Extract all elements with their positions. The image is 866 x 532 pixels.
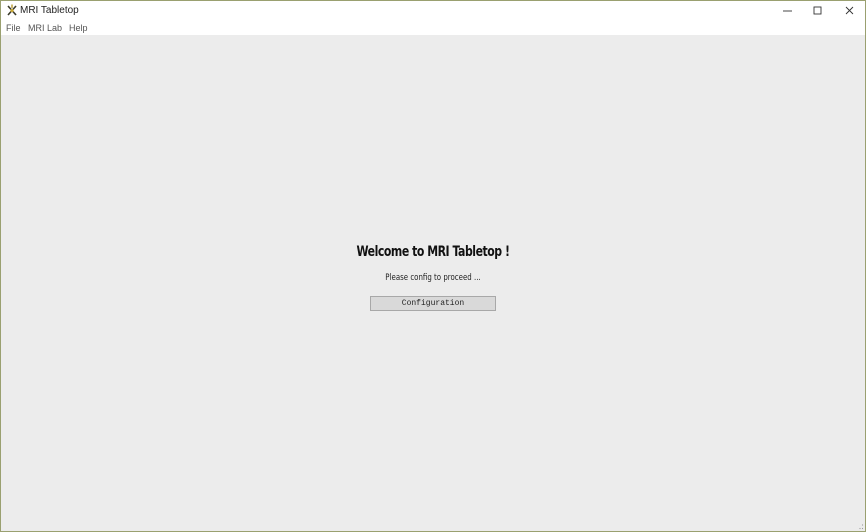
crossed-tools-icon [6, 4, 18, 17]
minimize-icon [783, 10, 792, 12]
title-bar[interactable]: MRI Tabletop [1, 1, 865, 21]
resize-grip-icon[interactable] [856, 522, 864, 530]
welcome-heading: Welcome to MRI Tabletop ! [356, 244, 510, 260]
maximize-icon [813, 6, 822, 15]
close-button[interactable] [835, 1, 865, 21]
window-title: MRI Tabletop [20, 5, 79, 16]
welcome-subheading: Please config to proceed ... [385, 273, 481, 283]
maximize-button[interactable] [803, 1, 833, 21]
menu-mri-lab[interactable]: MRI Lab [28, 23, 62, 34]
minimize-button[interactable] [773, 1, 803, 21]
menu-bar: File MRI Lab Help [1, 21, 865, 35]
menu-file[interactable]: File [6, 23, 21, 34]
main-content: Welcome to MRI Tabletop ! Please config … [1, 35, 865, 531]
app-window: MRI Tabletop File MRI Lab Help Welcome t… [0, 0, 866, 532]
configuration-button[interactable]: Configuration [370, 296, 496, 311]
menu-help[interactable]: Help [69, 23, 88, 34]
close-icon [845, 6, 854, 15]
